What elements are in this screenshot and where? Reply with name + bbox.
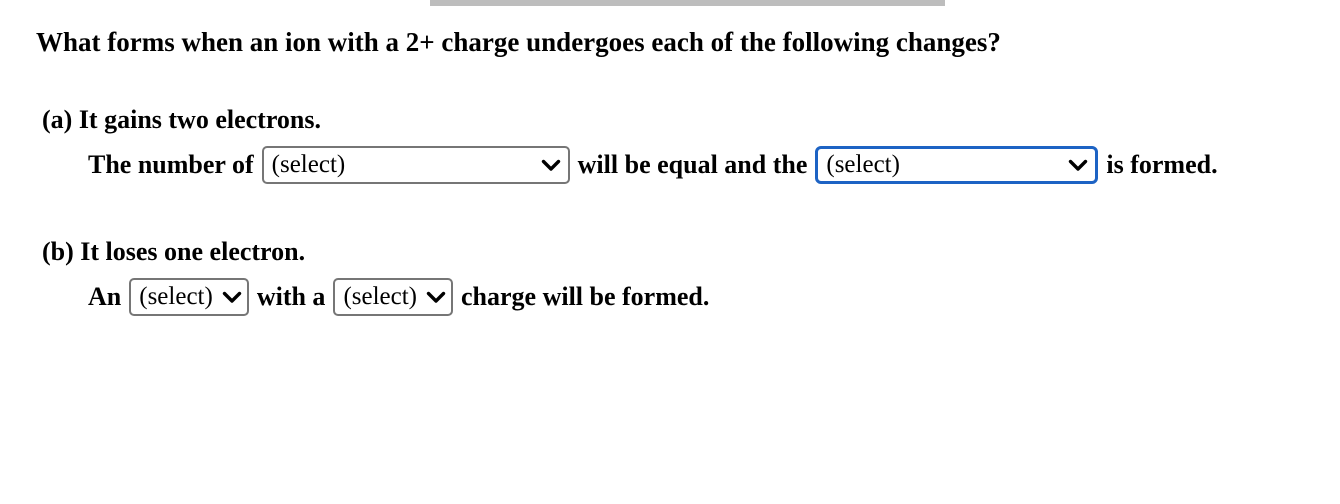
part-b-select-2-value: (select)	[343, 283, 417, 310]
part-a-text-lead: The number of	[88, 150, 254, 179]
chevron-down-icon	[540, 155, 562, 175]
part-a-select-2[interactable]: (select)	[815, 146, 1099, 184]
chevron-down-icon	[221, 287, 243, 307]
part-b-answer-line: An (select) with a (select) charge will …	[88, 278, 709, 316]
part-b-select-1-value: (select)	[139, 283, 213, 310]
part-b-label: (b) It loses one electron.	[42, 237, 306, 266]
part-a-label: (a) It gains two electrons.	[42, 105, 321, 134]
question-page: What forms when an ion with a 2+ charge …	[0, 0, 1340, 504]
part-b-text-tail: charge will be formed.	[461, 282, 710, 311]
part-b-text-lead: An	[88, 282, 122, 311]
part-a-answer-line: The number of (select) will be equal and…	[88, 146, 1218, 184]
part-a-select-1-value: (select)	[271, 151, 346, 178]
chevron-down-icon	[425, 287, 447, 307]
part-b-select-1[interactable]: (select)	[129, 278, 249, 316]
part-a-select-2-value: (select)	[826, 151, 900, 178]
part-a-select-1[interactable]: (select)	[261, 146, 570, 184]
part-b-select-2[interactable]: (select)	[333, 278, 453, 316]
part-a-text-tail: is formed.	[1106, 150, 1218, 179]
chevron-down-icon	[1067, 155, 1089, 175]
part-b-text-middle: with a	[256, 282, 326, 311]
page-title: What forms when an ion with a 2+ charge …	[36, 27, 1001, 57]
part-a-text-middle: will be equal and the	[577, 150, 808, 179]
